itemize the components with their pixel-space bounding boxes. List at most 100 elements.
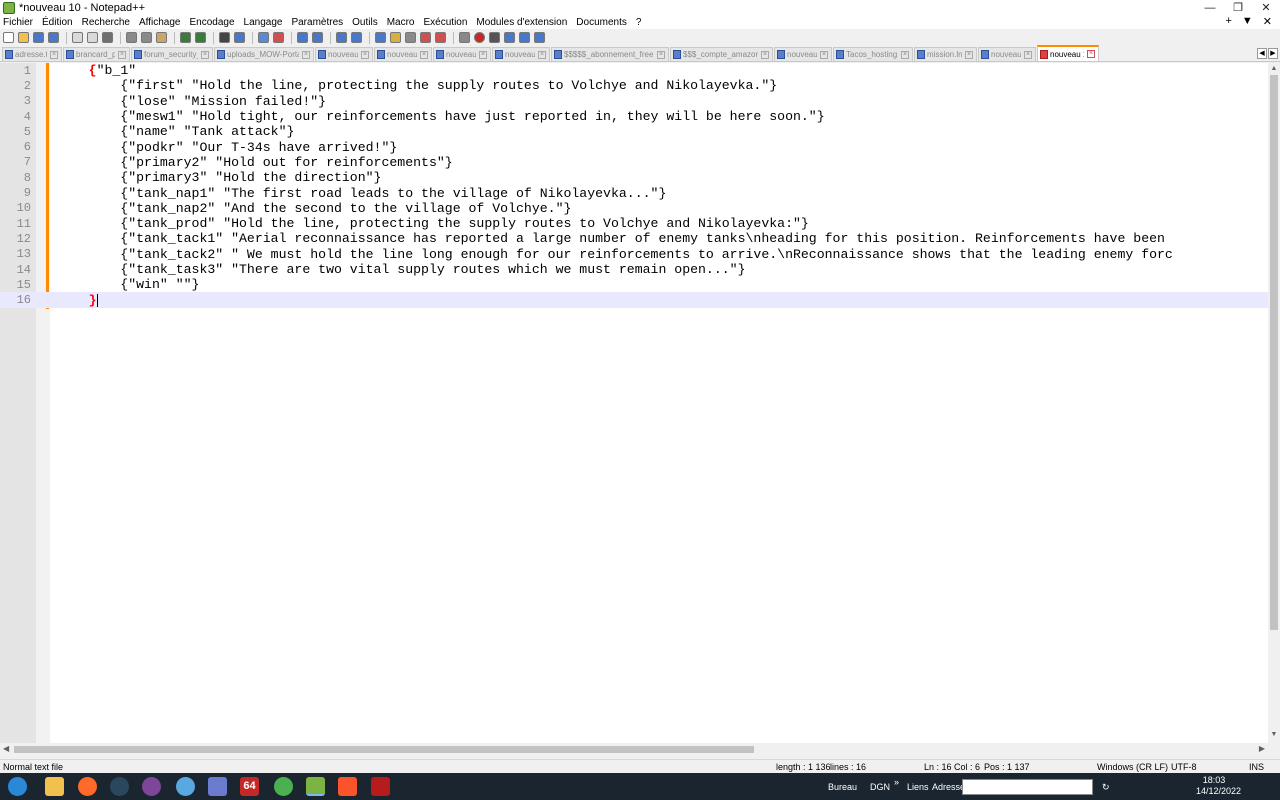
monitor-icon[interactable] (459, 32, 470, 43)
stop-macro-icon[interactable] (489, 32, 500, 43)
line-text[interactable]: {"win" ""} (57, 277, 199, 292)
code-line[interactable]: 7 {"primary2" "Hold out for reinforcemen… (0, 155, 1268, 170)
firefox-icon[interactable] (78, 777, 97, 796)
find-icon[interactable] (219, 32, 230, 43)
new-icon[interactable] (3, 32, 14, 43)
status-eol[interactable]: Windows (CR LF) (1097, 762, 1168, 772)
paste-icon[interactable] (156, 32, 167, 43)
tab-scroll-right-icon[interactable]: ▶ (1268, 48, 1278, 59)
horizontal-scroll-thumb[interactable] (14, 746, 754, 753)
scroll-up-icon[interactable]: ▲ (1268, 65, 1280, 75)
tab-close-icon[interactable]: × (1024, 50, 1032, 59)
code-lines[interactable]: 1 {"b_1" 2 {"first" "Hold the line, prote… (0, 63, 1268, 308)
utorrent-icon[interactable] (274, 777, 293, 796)
tab--compte-amazon-txt[interactable]: $$$_compte_amazon.txt× (670, 47, 773, 61)
all-chars-icon[interactable] (351, 32, 362, 43)
code-line[interactable]: 10 {"tank_nap2" "And the second to the v… (0, 201, 1268, 216)
udl-icon[interactable] (390, 32, 401, 43)
line-text[interactable]: {"tank_tack2" " We must hold the line lo… (57, 247, 1173, 262)
line-text[interactable]: {"b_1" (57, 63, 137, 78)
close-icon[interactable] (72, 32, 83, 43)
brave-icon[interactable] (338, 777, 357, 796)
tab-brancard-plie[interactable]: brancard_plie× (63, 47, 130, 61)
tab-adresse-txt[interactable]: adresse.txt× (2, 47, 62, 61)
menu-fichier[interactable]: Fichier (3, 17, 33, 28)
tab-close-icon[interactable]: × (965, 50, 973, 59)
tab-tacos-hosting-txt[interactable]: Tacos_hosting.txt× (833, 47, 913, 61)
folder-workspace-icon[interactable] (435, 32, 446, 43)
tab-close-icon[interactable]: × (50, 50, 58, 59)
user-label[interactable]: DGN (870, 782, 890, 792)
line-text[interactable]: {"tank_task3" "There are two vital suppl… (57, 262, 745, 277)
menu-help[interactable]: ? (636, 17, 642, 28)
record-macro-icon[interactable] (474, 32, 485, 43)
horizontal-scrollbar[interactable]: ◀ ▶ (0, 743, 1268, 756)
vertical-scroll-thumb[interactable] (1270, 75, 1278, 630)
game-icon[interactable] (371, 777, 390, 796)
file-explorer-icon[interactable] (45, 777, 64, 796)
cut-icon[interactable] (126, 32, 137, 43)
tab-list-dropdown[interactable]: ▼ (1242, 15, 1253, 28)
tab-nouveau-6[interactable]: nouveau 6× (492, 47, 550, 61)
code-line[interactable]: 11 {"tank_prod" "Hold the line, protecti… (0, 216, 1268, 231)
maximize-button[interactable]: ❐ (1224, 1, 1252, 14)
tab-close-icon[interactable]: × (901, 50, 909, 59)
network-icon[interactable] (176, 777, 195, 796)
code-line[interactable]: 6 {"podkr" "Our T-34s have arrived!"} (0, 139, 1268, 155)
redo-icon[interactable] (195, 32, 206, 43)
code-line[interactable]: 14 {"tank_task3" "There are two vital su… (0, 262, 1268, 277)
zoom-in-icon[interactable] (258, 32, 269, 43)
sync-v-icon[interactable] (297, 32, 308, 43)
bureau-label[interactable]: Bureau (828, 782, 857, 792)
code-line[interactable]: 8 {"primary3" "Hold the direction"} (0, 170, 1268, 185)
tab-close-icon[interactable]: × (420, 50, 428, 59)
play-multi-icon[interactable] (519, 32, 530, 43)
save-icon[interactable] (33, 32, 44, 43)
vertical-scrollbar[interactable]: ▲ ▼ (1268, 63, 1280, 743)
copy-icon[interactable] (141, 32, 152, 43)
tab-close-icon[interactable]: × (201, 50, 209, 59)
close-doc-button[interactable]: ✕ (1263, 15, 1272, 28)
tab-close-icon[interactable]: × (361, 50, 369, 59)
wrap-icon[interactable] (336, 32, 347, 43)
tab-scroll-left-icon[interactable]: ◀ (1257, 48, 1267, 59)
chevron-icon[interactable]: » (894, 777, 899, 787)
tab-close-icon[interactable]: × (1087, 50, 1095, 58)
start-icon[interactable] (8, 777, 27, 796)
open-icon[interactable] (18, 32, 29, 43)
doc-map-icon[interactable] (405, 32, 416, 43)
refresh-icon[interactable]: ↻ (1102, 782, 1110, 793)
save-all-icon[interactable] (48, 32, 59, 43)
tab-close-icon[interactable]: × (302, 50, 310, 59)
code-line[interactable]: 15 {"win" ""} (0, 277, 1268, 292)
code-line[interactable]: 1 {"b_1" (0, 63, 1268, 78)
code-line[interactable]: 5 {"name" "Tank attack"} (0, 124, 1268, 139)
menu-execution[interactable]: Exécution (424, 17, 468, 28)
clock[interactable]: 18:03 14/12/2022 (1196, 775, 1241, 797)
line-text[interactable]: {"tank_nap1" "The first road leads to th… (57, 186, 666, 201)
line-text[interactable]: {"primary3" "Hold the direction"} (57, 170, 381, 185)
scroll-left-icon[interactable]: ◀ (3, 744, 9, 753)
line-text[interactable]: {"mesw1" "Hold tight, our reinforcements… (57, 109, 824, 124)
tab-close-icon[interactable]: × (657, 50, 665, 59)
code-line[interactable]: 9 {"tank_nap1" "The first road leads to … (0, 185, 1268, 201)
menu-edition[interactable]: Édition (42, 17, 73, 28)
save-macro-icon[interactable] (534, 32, 545, 43)
menu-affichage[interactable]: Affichage (139, 17, 181, 28)
status-encoding[interactable]: UTF-8 (1171, 762, 1197, 772)
print-icon[interactable] (102, 32, 113, 43)
tab-close-icon[interactable]: × (538, 50, 546, 59)
menu-langage[interactable]: Langage (244, 17, 283, 28)
line-text[interactable]: {"podkr" "Our T-34s have arrived!"} (57, 140, 397, 155)
scroll-down-icon[interactable]: ▼ (1268, 731, 1280, 741)
close-button[interactable]: ✕ (1252, 1, 1280, 14)
tab-nouveau-3[interactable]: nouveau 3× (315, 47, 373, 61)
indent-guide-icon[interactable] (375, 32, 386, 43)
code-line[interactable]: 16 } (0, 292, 1268, 308)
notepadpp-icon[interactable] (306, 777, 325, 796)
scroll-right-icon[interactable]: ▶ (1259, 744, 1265, 753)
tab-close-icon[interactable]: × (118, 50, 126, 59)
tor-icon[interactable] (142, 777, 161, 796)
tab-mission-lng[interactable]: mission.lng× (914, 47, 977, 61)
sync-h-icon[interactable] (312, 32, 323, 43)
